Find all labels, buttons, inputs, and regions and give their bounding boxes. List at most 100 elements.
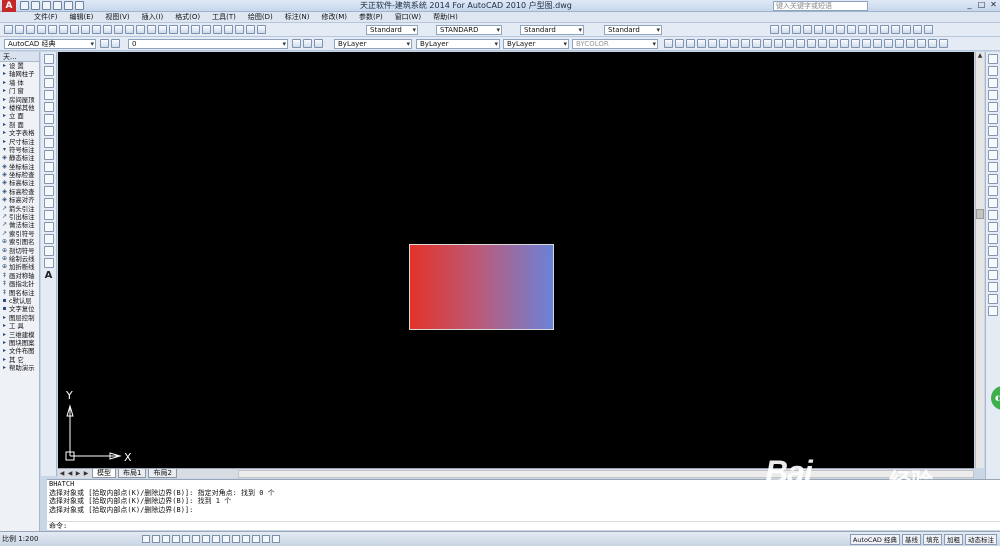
tarch-menu-item[interactable]: ▸ 图块图案	[0, 339, 39, 347]
draw-order-icon[interactable]	[988, 246, 998, 256]
workspace-switch-button[interactable]: AutoCAD 经典	[849, 534, 900, 545]
tarch-layer-icon[interactable]	[829, 39, 838, 48]
tarch-layer-icon[interactable]	[928, 39, 937, 48]
tarch-layer-icon[interactable]	[906, 39, 915, 48]
vertical-scrollbar[interactable]: ▲	[975, 52, 984, 468]
ellipse-icon[interactable]	[43, 162, 54, 172]
fill-button[interactable]: 填充	[923, 534, 942, 545]
osnap-midpoint-icon[interactable]	[988, 294, 998, 304]
command-prompt-input[interactable]: 命令:	[47, 521, 1000, 530]
save-icon[interactable]	[42, 1, 51, 10]
menu-dimension[interactable]: 标注(N)	[279, 12, 316, 22]
rectangle-icon[interactable]	[43, 102, 54, 112]
multileader-style-select[interactable]: Standard	[604, 25, 662, 35]
osnap-center-icon[interactable]	[988, 306, 998, 316]
menu-view[interactable]: 视图(V)	[99, 12, 135, 22]
menu-edit[interactable]: 编辑(E)	[64, 12, 100, 22]
hatch-icon[interactable]	[43, 222, 54, 232]
layer-select[interactable]: 0	[128, 39, 288, 49]
workspace-select[interactable]: AutoCAD 经典	[4, 39, 96, 49]
model-toggle-icon[interactable]	[242, 535, 250, 543]
tarch-layer-icon[interactable]	[719, 39, 728, 48]
tab-layout1[interactable]: 布局1	[118, 469, 147, 478]
grid-toggle-icon[interactable]	[152, 535, 160, 543]
tarch-menu-item[interactable]: ⊕ 加折断线	[0, 263, 39, 271]
rotate-icon[interactable]	[988, 126, 998, 136]
tarch-tool-icon[interactable]	[847, 25, 856, 34]
tarch-menu-item[interactable]: ▸ 设 置	[0, 62, 39, 70]
array-icon[interactable]	[988, 102, 998, 112]
point-icon[interactable]	[43, 210, 54, 220]
tarch-menu-item[interactable]: ⊕ 索引图名	[0, 238, 39, 246]
offset-icon[interactable]	[988, 90, 998, 100]
menu-window[interactable]: 窗口(W)	[389, 12, 427, 22]
prev-tab-icon[interactable]: ◀	[66, 470, 74, 477]
tarch-tool-icon[interactable]	[869, 25, 878, 34]
print-icon[interactable]	[37, 25, 46, 34]
arc-icon[interactable]	[43, 114, 54, 124]
tarch-tool-icon[interactable]	[924, 25, 933, 34]
table-icon[interactable]	[43, 258, 54, 268]
close-icon[interactable]: ✕	[989, 0, 998, 10]
line-icon[interactable]	[43, 54, 54, 64]
tarch-menu-item[interactable]: ▸ 文字表格	[0, 129, 39, 137]
redo-icon[interactable]	[136, 25, 145, 34]
tarch-layer-icon[interactable]	[917, 39, 926, 48]
pan-icon[interactable]	[147, 25, 156, 34]
tarch-layer-icon[interactable]	[873, 39, 882, 48]
tarch-menu-item[interactable]: ⊕ 剖切符号	[0, 247, 39, 255]
break-icon[interactable]	[988, 186, 998, 196]
next-tab-icon[interactable]: ▶	[74, 470, 82, 477]
copy-icon[interactable]	[81, 25, 90, 34]
menu-modify[interactable]: 修改(M)	[315, 12, 353, 22]
tarch-tool-icon[interactable]	[814, 25, 823, 34]
tarch-menu-item[interactable]: ▸ 墙 体	[0, 79, 39, 87]
fillet-icon[interactable]	[988, 222, 998, 232]
drawing-scale[interactable]: 比例 1:200	[2, 534, 38, 545]
tarch-layer-icon[interactable]	[774, 39, 783, 48]
revision-cloud-icon[interactable]	[43, 138, 54, 148]
polyline-icon[interactable]	[43, 78, 54, 88]
ortho-toggle-icon[interactable]	[162, 535, 170, 543]
horizontal-scrollbar[interactable]	[238, 470, 974, 478]
tarch-tool-icon[interactable]	[858, 25, 867, 34]
table-style-select[interactable]: Standard	[520, 25, 584, 35]
menu-parametric[interactable]: 参数(P)	[353, 12, 389, 22]
sheet-set-icon[interactable]	[224, 25, 233, 34]
command-window[interactable]: BHATCH 选择对象或 [拾取内部点(K)/删除边界(B)]: 指定对角点: …	[47, 479, 1000, 530]
tarch-menu-item[interactable]: ▸ 其 它	[0, 356, 39, 364]
save-icon[interactable]	[26, 25, 35, 34]
zoom-realtime-icon[interactable]	[158, 25, 167, 34]
first-tab-icon[interactable]: ◀	[58, 470, 66, 477]
tarch-layer-icon[interactable]	[862, 39, 871, 48]
markup-icon[interactable]	[235, 25, 244, 34]
tarch-layer-icon[interactable]	[818, 39, 827, 48]
tarch-menu-item[interactable]: ◈ 静态标注	[0, 154, 39, 162]
match-properties-icon[interactable]	[103, 25, 112, 34]
linetype-select[interactable]: ByLayer	[416, 39, 500, 49]
explode-icon[interactable]	[988, 234, 998, 244]
tarch-layer-icon[interactable]	[697, 39, 706, 48]
tarch-menu-item[interactable]: ▸ 三维建模	[0, 331, 39, 339]
open-icon[interactable]	[15, 25, 24, 34]
properties-panel-icon[interactable]	[988, 258, 998, 268]
tarch-tool-icon[interactable]	[880, 25, 889, 34]
gradient-icon[interactable]	[43, 234, 54, 244]
tab-model[interactable]: 模型	[92, 469, 116, 478]
new-file-icon[interactable]	[20, 1, 29, 10]
tarch-tool-icon[interactable]	[781, 25, 790, 34]
copy-object-icon[interactable]	[988, 66, 998, 76]
tarch-menu-item[interactable]: ◈ 标高对齐	[0, 196, 39, 204]
multiline-text-icon[interactable]: A	[43, 270, 55, 281]
scroll-thumb[interactable]	[976, 209, 984, 219]
last-tab-icon[interactable]: ▶	[82, 470, 90, 477]
tool-palettes-icon[interactable]	[213, 25, 222, 34]
tarch-menu-item[interactable]: ▾ 符号标注	[0, 146, 39, 154]
plot-icon[interactable]	[75, 1, 84, 10]
tarch-layer-icon[interactable]	[796, 39, 805, 48]
menu-tools[interactable]: 工具(T)	[206, 12, 242, 22]
insert-block-icon[interactable]	[43, 186, 54, 196]
block-editor-icon[interactable]	[114, 25, 123, 34]
pan-status-icon[interactable]	[262, 535, 270, 543]
tarch-layer-icon[interactable]	[939, 39, 948, 48]
